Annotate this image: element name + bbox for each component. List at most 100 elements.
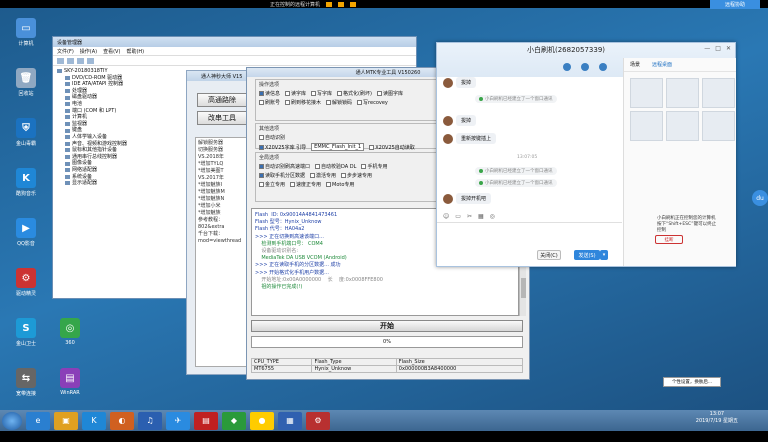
start-button[interactable]: 开始 xyxy=(251,320,523,332)
scroll-thumb[interactable] xyxy=(521,278,526,298)
checkbox[interactable] xyxy=(259,91,264,96)
taskbar-app[interactable]: ▤ xyxy=(194,411,218,430)
checkbox[interactable] xyxy=(285,91,291,96)
taskbar-app[interactable]: ⚙ xyxy=(306,411,330,430)
desktop-icon[interactable]: ⇆ 宽带连接 xyxy=(6,368,46,397)
checkbox[interactable] xyxy=(259,182,264,187)
taskbar-app[interactable]: e xyxy=(26,411,50,430)
option[interactable]: 金立专用 xyxy=(259,181,285,188)
option[interactable]: 刷账号 xyxy=(259,99,280,106)
checkbox[interactable] xyxy=(326,182,332,187)
avatar[interactable] xyxy=(443,133,453,144)
group-icon[interactable] xyxy=(581,63,589,71)
taskbar-app[interactable]: K xyxy=(82,411,106,430)
tab-scene[interactable]: 场景 xyxy=(630,61,640,68)
option[interactable]: 读图字库 xyxy=(376,90,403,97)
thumbnail[interactable] xyxy=(630,111,663,141)
chat-input[interactable] xyxy=(437,222,622,244)
properties-icon[interactable] xyxy=(77,57,84,64)
modify-serial-button[interactable]: 改串工具 xyxy=(197,111,247,125)
input-tool-icon[interactable]: ▭ xyxy=(455,213,461,221)
option[interactable]: 手机专用 xyxy=(361,163,387,170)
thumbnail[interactable] xyxy=(630,78,663,108)
desktop-icon[interactable]: 🗑 回收站 xyxy=(6,68,46,97)
send-options-icon[interactable]: ▾ xyxy=(600,250,608,260)
avatar[interactable] xyxy=(443,77,453,88)
x20-option[interactable]: X20V25自动读取 xyxy=(369,143,415,151)
checkbox[interactable] xyxy=(361,164,367,169)
menu-help[interactable]: 帮助(H) xyxy=(126,48,144,55)
option[interactable]: Moto专用 xyxy=(326,181,354,188)
desktop-icon[interactable]: ▶ QQ影音 xyxy=(6,218,46,247)
system-clock[interactable]: 13:07 2019/7/19 星期五 xyxy=(696,411,738,425)
taskbar-app[interactable]: ● xyxy=(250,411,274,430)
more-icon[interactable] xyxy=(599,63,607,71)
restore-icon[interactable] xyxy=(338,1,345,7)
desktop-icon[interactable]: S 金山卫士 xyxy=(6,318,46,347)
back-icon[interactable] xyxy=(57,57,64,64)
taskbar-app[interactable]: ✈ xyxy=(166,411,190,430)
checkbox[interactable] xyxy=(341,173,347,178)
option[interactable]: 读取手机分区数据 xyxy=(259,172,305,179)
close-icon[interactable] xyxy=(350,1,357,7)
option[interactable]: 激活专用 xyxy=(310,172,336,179)
taskbar-app[interactable]: ◆ xyxy=(222,411,246,430)
option[interactable]: 速度正专用 xyxy=(290,181,321,188)
taskbar-app[interactable]: ▣ xyxy=(54,411,78,430)
minimize-icon[interactable] xyxy=(326,1,333,7)
checkbox[interactable] xyxy=(315,164,321,169)
checkbox[interactable] xyxy=(259,135,264,140)
option[interactable]: 刷到移花接木 xyxy=(285,99,321,106)
checkbox[interactable] xyxy=(259,173,264,178)
checkbox[interactable] xyxy=(310,173,316,178)
send-button[interactable]: 发送(S) xyxy=(574,250,600,260)
option[interactable]: 读信息 xyxy=(259,90,280,97)
avatar[interactable] xyxy=(443,115,453,126)
refresh-icon[interactable] xyxy=(87,57,94,64)
option[interactable]: 解锁锁码 xyxy=(326,99,352,106)
checkbox[interactable] xyxy=(357,100,363,105)
baidu-float-icon[interactable]: du xyxy=(752,190,768,206)
desktop-icon[interactable]: ▭ 计算机 xyxy=(6,18,46,47)
chip-option[interactable]: X20V25字库 引导 xyxy=(259,143,306,151)
desktop-icon[interactable]: ◎ 360 xyxy=(50,318,90,346)
input-tool-icon[interactable]: ▦ xyxy=(478,213,484,221)
start-menu-button[interactable] xyxy=(2,411,22,430)
thumbnail[interactable] xyxy=(702,78,735,108)
input-tool-icon[interactable]: ☺ xyxy=(443,213,449,221)
auth-detect-option[interactable]: 自动识别 xyxy=(259,134,285,141)
desktop-icon[interactable]: ⚙ 驱动精灵 xyxy=(6,268,46,297)
input-tool-icon[interactable]: ◎ xyxy=(490,213,495,221)
menu-action[interactable]: 操作(A) xyxy=(80,48,97,55)
desktop-icon[interactable]: K 酷狗音乐 xyxy=(6,168,46,197)
thumbnail[interactable] xyxy=(666,111,699,141)
checkbox[interactable] xyxy=(259,164,264,169)
avatar[interactable] xyxy=(443,193,453,204)
chat-close-icon[interactable]: ✕ xyxy=(726,45,731,52)
tab-remote-desktop[interactable]: 远程桌面 xyxy=(652,61,672,68)
add-friend-icon[interactable] xyxy=(563,63,571,71)
option[interactable]: 写字库 xyxy=(311,90,332,97)
desktop-icon[interactable]: ▤ WinRAR xyxy=(50,368,90,396)
remote-assist-badge[interactable]: 远程协助 xyxy=(710,0,760,9)
hangup-button[interactable]: 挂断 xyxy=(655,235,683,244)
option[interactable]: 写recovey xyxy=(357,99,388,106)
input-tool-icon[interactable]: ✂ xyxy=(467,213,472,221)
checkbox[interactable] xyxy=(376,91,382,96)
taskbar-app[interactable]: ◐ xyxy=(110,411,134,430)
checkbox[interactable] xyxy=(285,100,291,105)
option[interactable]: 读字库 xyxy=(285,90,306,97)
forward-icon[interactable] xyxy=(67,57,74,64)
checkbox[interactable] xyxy=(369,144,375,150)
close-chat-button[interactable]: 关闭(C) xyxy=(537,250,561,260)
checkbox[interactable] xyxy=(290,182,296,187)
checkbox[interactable] xyxy=(311,91,317,96)
option[interactable]: 自动校验DA DL xyxy=(315,163,356,170)
checkbox[interactable] xyxy=(259,144,264,150)
chip-select[interactable]: EMMC_Flash_Init_1 xyxy=(311,143,365,151)
high-erase-button[interactable]: 高通路除 xyxy=(197,93,247,107)
thumbnail[interactable] xyxy=(702,111,735,141)
checkbox[interactable] xyxy=(337,91,343,96)
chat-minimize-icon[interactable]: — xyxy=(704,45,710,52)
taskbar-app[interactable]: ▦ xyxy=(278,411,302,430)
